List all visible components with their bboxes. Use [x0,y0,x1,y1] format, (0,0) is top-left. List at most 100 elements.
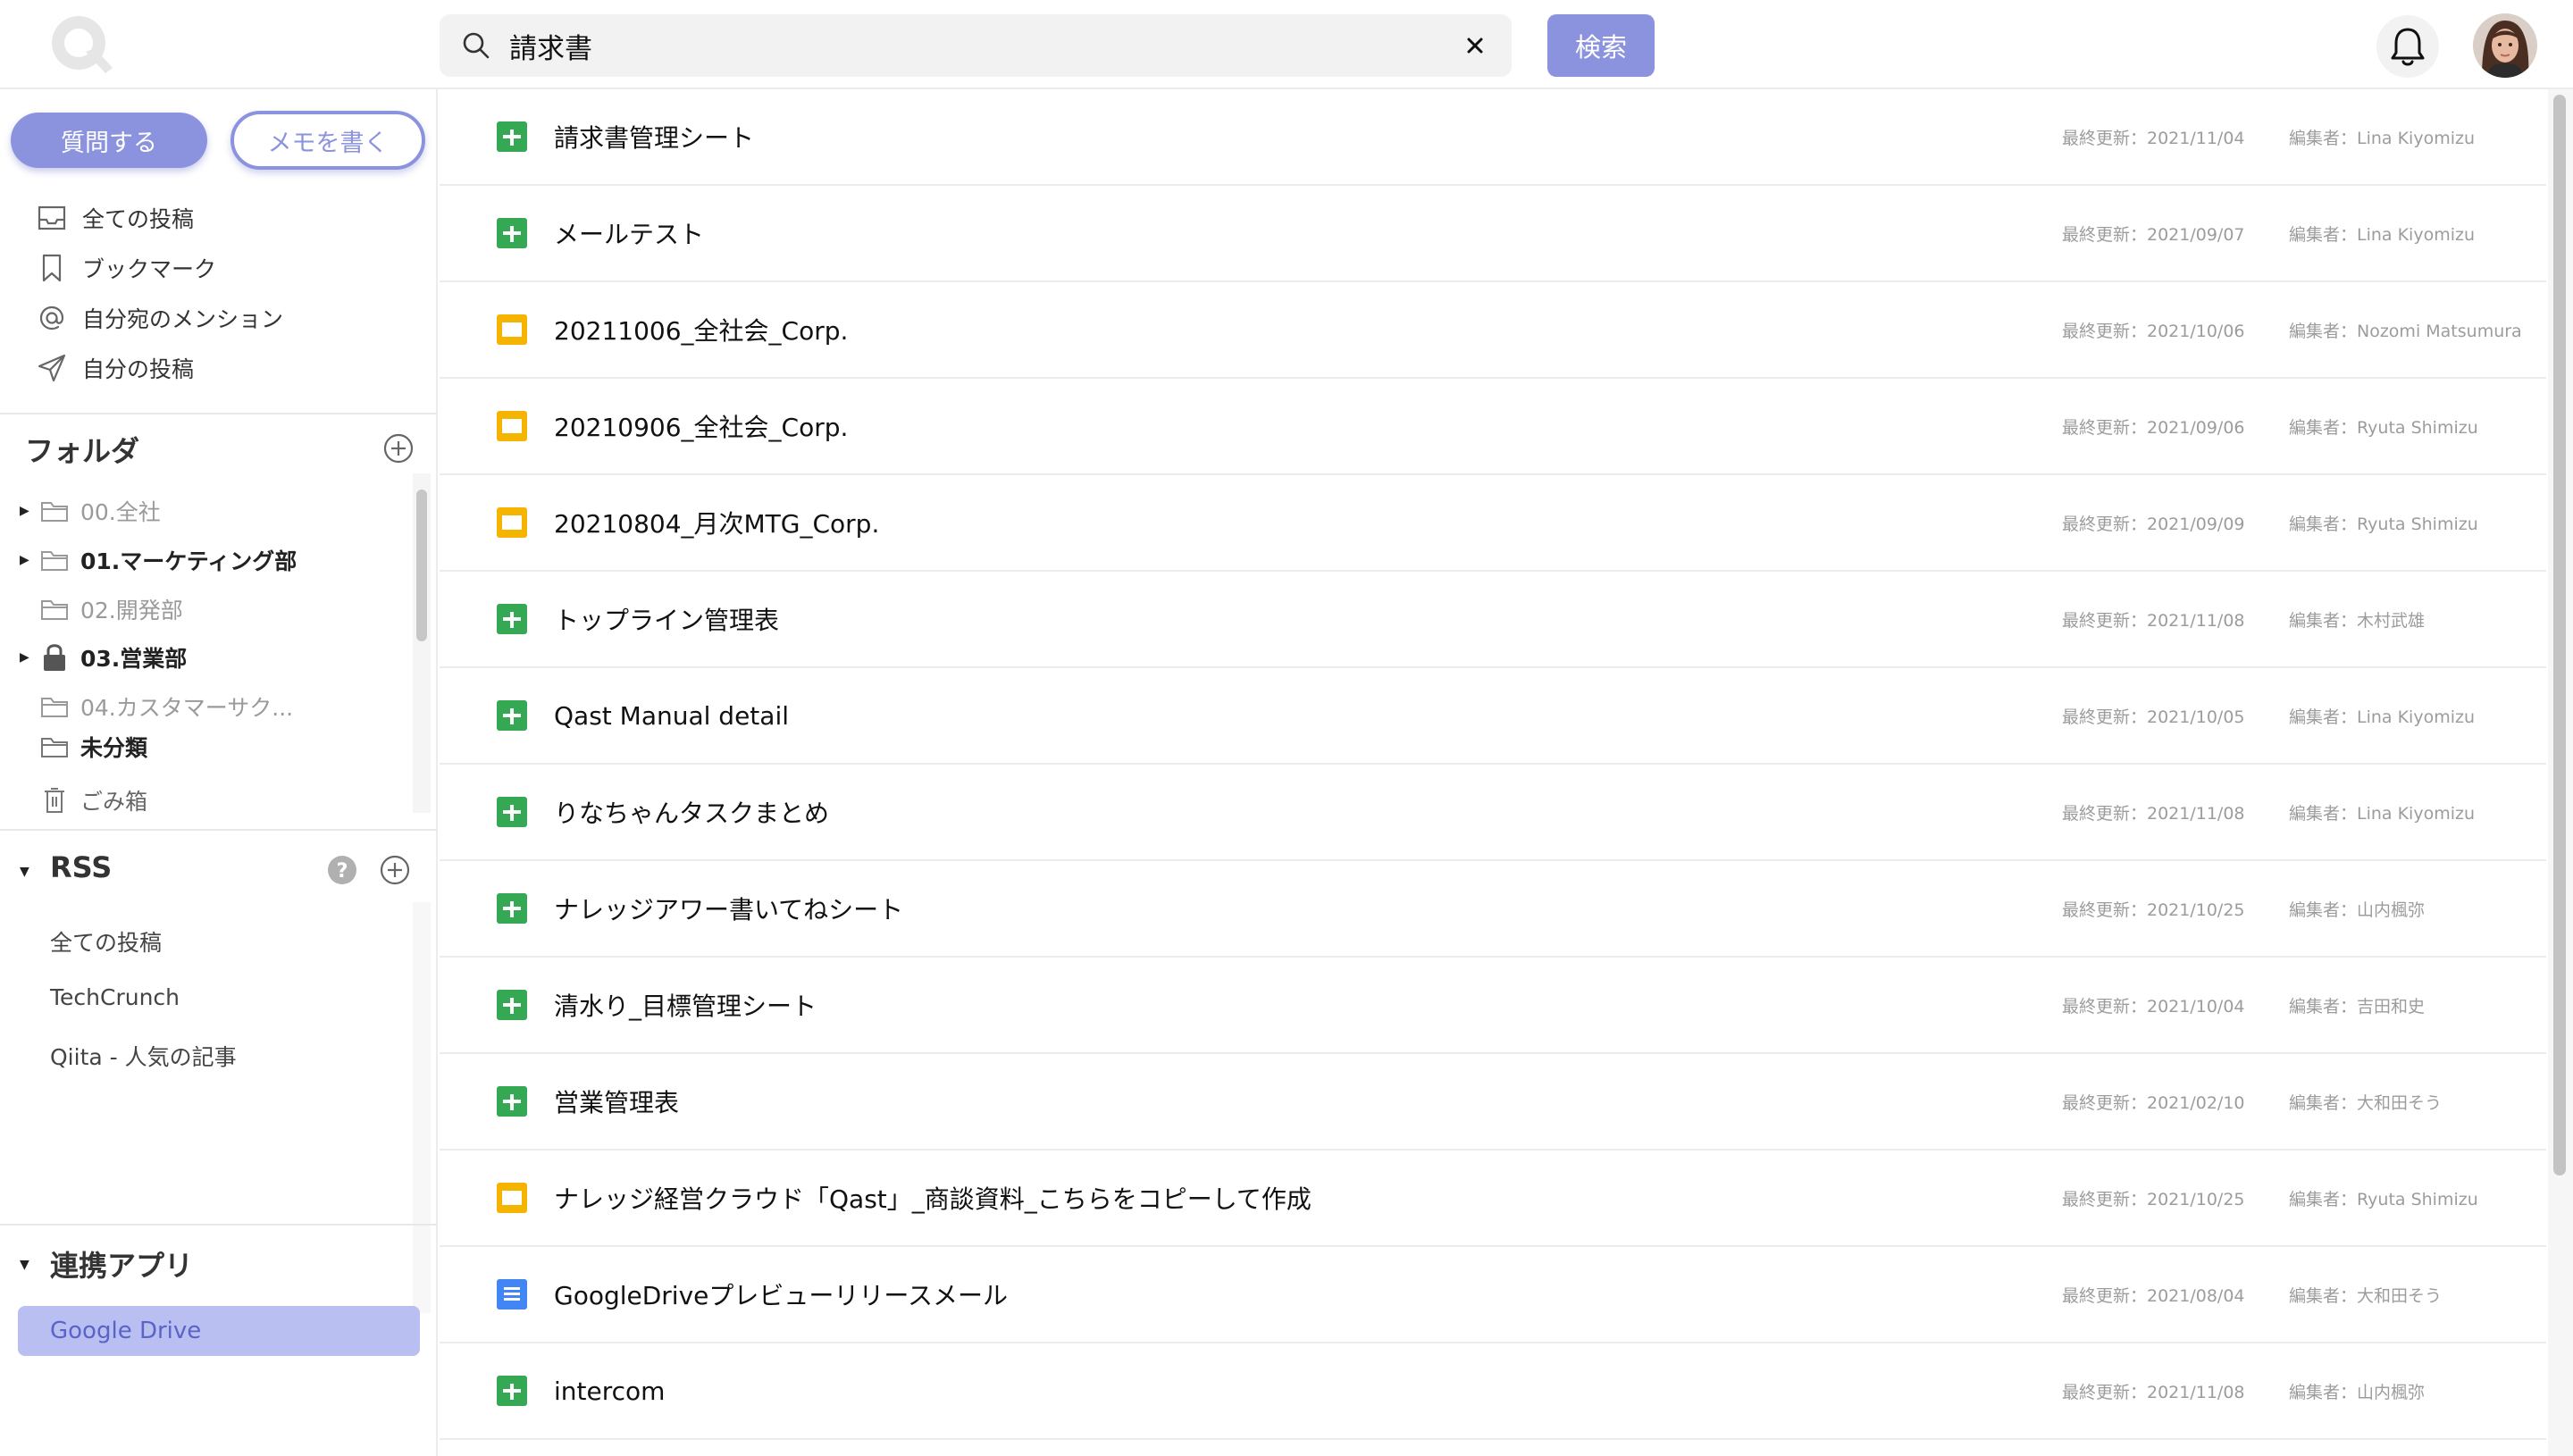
result-row[interactable]: GoogleDriveプレビューリリースメール 最終更新：2021/08/04 … [440,1247,2546,1343]
result-updated: 最終更新：2021/02/10 [2062,1092,2245,1113]
result-updated: 最終更新：2021/11/08 [2062,1382,2245,1402]
expand-triangle-icon[interactable]: ▶ [20,650,32,665]
rss-item[interactable]: Qiita - 人気の記事 [50,1040,237,1072]
folder-icon [39,498,70,524]
result-editor: 編集者：吉田和史 [2289,996,2426,1017]
bookmark-icon [36,252,68,284]
qast-logo[interactable] [46,13,114,77]
result-title[interactable]: 請求書管理シート [554,89,754,184]
result-editor: 編集者：Ryuta Shimizu [2289,1189,2478,1209]
app-item-google-drive[interactable]: Google Drive [18,1306,420,1356]
notification-button[interactable] [2376,15,2439,78]
folder-item[interactable]: ▶ 00.全社 [20,493,161,529]
result-row[interactable]: ナレッジ経営クラウド「Qast」_商談資料_こちらをコピーして作成 最終更新：2… [440,1151,2546,1247]
rss-heading: RSS [50,850,113,884]
sidebar-item-bookmarks[interactable]: ブックマーク [36,248,216,288]
result-title[interactable]: りなちゃんタスクまとめ [554,765,829,859]
user-avatar[interactable] [2473,13,2537,78]
svg-text:?: ? [337,860,348,883]
result-editor: 編集者：Lina Kiyomizu [2289,128,2475,148]
result-row[interactable]: メールテスト 最終更新：2021/09/07 編集者：Lina Kiyomizu [440,186,2546,282]
collapse-triangle-icon[interactable]: ▼ [20,1258,29,1272]
google-sheets-icon [497,990,527,1020]
google-slides-icon [497,411,527,441]
google-sheets-icon [497,797,527,827]
google-sheets-icon [497,604,527,634]
search-button[interactable]: 検索 [1547,14,1655,77]
result-title[interactable]: GoogleDriveプレビューリリースメール [554,1247,1008,1342]
google-sheets-icon [497,218,527,248]
google-docs-icon [497,1279,527,1310]
ask-question-button[interactable]: 質問する [11,113,207,168]
result-row[interactable]: intercom 最終更新：2021/11/08 編集者：山内楓弥 [440,1343,2546,1440]
trash-item[interactable]: ごみ箱 [39,782,147,818]
inbox-icon [36,202,68,234]
folder-uncategorized[interactable]: 未分類 [39,729,147,765]
result-title[interactable]: 清水り_目標管理シート [554,958,817,1052]
sidebar-item-my-posts[interactable]: 自分の投稿 [36,348,194,388]
result-editor: 編集者：Ryuta Shimizu [2289,417,2478,438]
folder-item[interactable]: 04.カスタマーサク... [39,689,293,724]
folder-item[interactable]: ▶ 03.営業部 [20,640,187,675]
google-slides-icon [497,314,527,345]
result-title[interactable]: メールテスト [554,186,704,280]
result-title[interactable]: ナレッジアワー書いてねシート [554,861,903,956]
help-icon[interactable]: ? [326,854,358,886]
search-input[interactable] [507,23,1419,68]
result-title[interactable]: intercom [554,1343,665,1438]
result-editor: 編集者：Lina Kiyomizu [2289,224,2475,245]
folder-label: 03.営業部 [80,646,188,672]
collapse-triangle-icon[interactable]: ▼ [20,865,29,879]
result-title[interactable]: 20211006_全社会_Corp. [554,282,848,377]
write-memo-button[interactable]: メモを書く [230,111,425,170]
result-row[interactable]: 請求書管理シート 最終更新：2021/11/04 編集者：Lina Kiyomi… [440,89,2546,186]
result-title[interactable]: ナレッジ経営クラウド「Qast」_商談資料_こちらをコピーして作成 [554,1151,1312,1245]
divider [0,1224,438,1226]
result-title[interactable]: Qast Manual detail [554,668,789,763]
rss-item[interactable]: TechCrunch [50,984,180,1010]
add-folder-icon[interactable] [382,432,415,464]
rss-scrollbar[interactable] [413,902,431,1313]
sidebar-item-all-posts[interactable]: 全ての投稿 [36,198,194,238]
result-title[interactable]: 20210906_全社会_Corp. [554,379,848,473]
folder-label: 未分類 [80,735,148,761]
folder-icon [39,596,70,623]
result-row[interactable]: ナレッジアワー書いてねシート 最終更新：2021/10/25 編集者：山内楓弥 [440,861,2546,958]
result-updated: 最終更新：2021/11/08 [2062,610,2245,631]
result-updated: 最終更新：2021/09/09 [2062,514,2245,534]
close-icon[interactable] [1458,29,1492,63]
folder-icon [39,547,70,573]
sidebar-item-label: ブックマーク [82,256,217,282]
result-editor: 編集者：Lina Kiyomizu [2289,707,2475,727]
result-title[interactable]: トップライン管理表 [554,572,779,666]
result-row[interactable]: Qast Manual detail 最終更新：2021/10/05 編集者：L… [440,668,2546,765]
result-row[interactable]: りなちゃんタスクまとめ 最終更新：2021/11/08 編集者：Lina Kiy… [440,765,2546,861]
folders-heading: フォルダ [25,434,140,468]
search-bar [440,14,1512,77]
rss-item[interactable]: 全ての投稿 [50,925,162,958]
result-row[interactable]: 20210804_月次MTG_Corp. 最終更新：2021/09/09 編集者… [440,475,2546,572]
result-title[interactable]: 営業管理表 [554,1054,679,1149]
sidebar-item-label: 自分の投稿 [82,356,195,382]
add-rss-icon[interactable] [379,854,411,886]
result-updated: 最終更新：2021/10/06 [2062,321,2245,341]
result-row[interactable]: 清水り_目標管理シート 最終更新：2021/10/04 編集者：吉田和史 [440,958,2546,1054]
folder-scrollbar-thumb[interactable] [416,490,427,641]
result-row[interactable]: トップライン管理表 最終更新：2021/11/08 編集者：木村武雄 [440,572,2546,668]
result-row[interactable]: 営業管理表 最終更新：2021/02/10 編集者：大和田そう [440,1054,2546,1151]
result-updated: 最終更新：2021/09/07 [2062,224,2245,245]
results-scrollbar-thumb[interactable] [2553,95,2566,1176]
result-row[interactable]: 20211006_全社会_Corp. 最終更新：2021/10/06 編集者：N… [440,282,2546,379]
result-title[interactable]: 20210804_月次MTG_Corp. [554,475,879,570]
result-updated: 最終更新：2021/08/04 [2062,1285,2245,1306]
folder-item[interactable]: 02.開発部 [39,591,183,627]
folder-item[interactable]: ▶ 01.マーケティング部 [20,542,297,578]
folder-label: 00.全社 [80,499,161,525]
expand-triangle-icon[interactable]: ▶ [20,553,32,567]
expand-triangle-icon[interactable]: ▶ [20,504,32,518]
result-editor: 編集者：大和田そう [2289,1092,2443,1113]
sidebar-item-mentions[interactable]: 自分宛のメンション [36,298,283,338]
bell-icon [2391,28,2425,66]
folder-label: 04.カスタマーサク... [80,695,294,721]
result-row[interactable]: 20210906_全社会_Corp. 最終更新：2021/09/06 編集者：R… [440,379,2546,475]
